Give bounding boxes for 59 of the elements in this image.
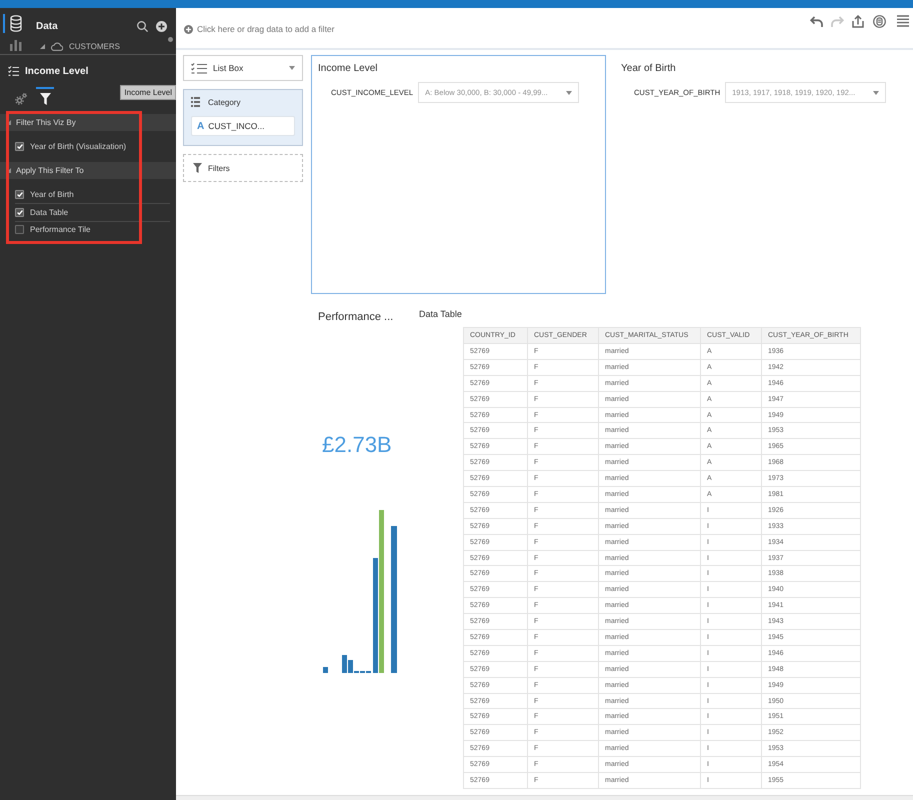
tooltip: Income Level bbox=[120, 85, 176, 100]
toolbar-button[interactable] bbox=[872, 14, 886, 28]
checkbox-label: Year of Birth (Visualization) bbox=[30, 142, 126, 152]
viz-title: Income Level bbox=[318, 63, 378, 75]
checkmark-icon bbox=[16, 192, 22, 197]
checkbox[interactable] bbox=[15, 190, 24, 199]
zone-title: Filters bbox=[208, 164, 230, 172]
tree-item[interactable]: CUSTOMERS bbox=[36, 39, 120, 53]
checkbox-label: Performance Tile bbox=[30, 225, 90, 234]
list-icon bbox=[191, 97, 200, 107]
bar bbox=[323, 667, 328, 673]
panel-title: Data bbox=[36, 20, 58, 32]
undo-icon bbox=[810, 16, 822, 26]
caret-icon bbox=[566, 90, 572, 94]
add-filter-button[interactable]: Click here or drag data to add a filter bbox=[184, 24, 334, 34]
checklist-icon bbox=[8, 66, 19, 76]
panel-title: Income Level bbox=[25, 66, 88, 76]
plus-circle-icon bbox=[156, 20, 167, 32]
checkbox-label: Data Table bbox=[30, 208, 68, 217]
section-header[interactable]: Filter This Viz By bbox=[0, 114, 176, 131]
viz-title: Data Table bbox=[419, 309, 462, 320]
checkmark-icon bbox=[16, 210, 22, 215]
funnel-icon bbox=[193, 163, 202, 173]
search-icon bbox=[137, 20, 148, 32]
toolbar-button[interactable] bbox=[809, 14, 823, 28]
drop-zone[interactable]: Category A CUST_INCO... bbox=[183, 89, 303, 146]
circled-lines-icon bbox=[872, 14, 886, 28]
field-pill[interactable]: A CUST_INCO... bbox=[191, 116, 295, 136]
zone-title: Category bbox=[208, 98, 240, 106]
kpi-value: £2.73B bbox=[322, 432, 392, 458]
checkbox[interactable] bbox=[15, 208, 24, 217]
upload-icon bbox=[852, 14, 864, 28]
section-header[interactable]: Apply This Filter To bbox=[0, 162, 176, 178]
funnel-icon bbox=[40, 93, 50, 105]
checklist-icon bbox=[191, 62, 207, 74]
search-button[interactable] bbox=[137, 20, 148, 32]
checkbox[interactable] bbox=[15, 225, 24, 234]
gears-icon bbox=[15, 93, 27, 105]
toolbar-button[interactable] bbox=[896, 14, 910, 28]
drop-zone[interactable]: Filters bbox=[183, 154, 303, 182]
cloud-icon bbox=[51, 42, 63, 50]
plus-circle-icon bbox=[184, 24, 193, 34]
menu-icon bbox=[897, 15, 909, 27]
dot-icon bbox=[168, 37, 173, 42]
tile-title: Performance ... bbox=[318, 311, 394, 324]
bar-chart-icon bbox=[10, 39, 22, 51]
text-type-icon: A bbox=[197, 120, 204, 132]
nav-tab[interactable] bbox=[3, 14, 22, 33]
caret-icon bbox=[289, 66, 295, 70]
redo-icon bbox=[830, 16, 844, 26]
toolbar-button[interactable] bbox=[851, 14, 865, 28]
viz-title: Year of Birth bbox=[621, 63, 676, 75]
add-button[interactable] bbox=[156, 20, 167, 32]
checkbox-label: Year of Birth bbox=[30, 190, 74, 199]
viz-type-dropdown[interactable]: List Box bbox=[183, 55, 303, 81]
caret-icon bbox=[873, 90, 880, 94]
checkbox[interactable] bbox=[15, 142, 24, 152]
checkmark-icon bbox=[16, 144, 22, 150]
database-icon bbox=[10, 15, 22, 32]
